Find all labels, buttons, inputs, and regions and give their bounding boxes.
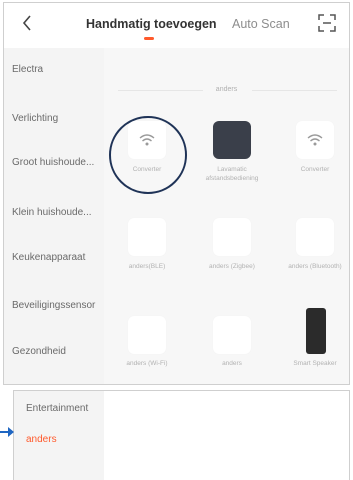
chevron-left-icon[interactable] [22,15,38,35]
device-label: anders (Wi-Fi) [126,360,168,367]
device-label: anders [222,360,242,367]
pointer-arrow-icon [0,427,14,437]
active-tab-indicator [144,37,154,40]
device-converter-wifi-2[interactable] [296,121,334,159]
sidebar-item-verlichting[interactable]: Verlichting [12,113,98,125]
sidebar-item-beveiligingssensor[interactable]: Beveiligingssensor [12,300,98,312]
sidebar-item-anders[interactable]: anders [26,434,102,446]
tab-auto-scan[interactable]: Auto Scan [232,17,290,31]
category-sidebar: Entertainment anders [14,391,104,480]
device-anders-wifi[interactable] [128,316,166,354]
scan-frame-icon[interactable] [317,13,337,33]
divider [252,90,337,91]
device-label: Converter [300,166,330,173]
sidebar-item-keukenapparaat[interactable]: Keukenapparaat [12,252,98,264]
tab-handmatig-toevoegen[interactable]: Handmatig toevoegen [86,17,217,31]
device-grid: anders Converter Lavamatic afstandsbedie… [104,48,349,384]
sidebar-item-electra[interactable]: Electra [12,64,98,76]
device-label: anders (Bluetooth) [288,263,342,270]
category-sidebar-bottom-panel: Entertainment anders [13,390,350,480]
device-label: Smart Speaker [293,360,337,367]
sidebar-item-groot-huishouden[interactable]: Groot huishoude... [12,157,98,169]
category-sidebar: Electra Verlichting Groot huishoude... K… [4,48,104,384]
device-label: anders (Zigbee) [209,263,255,270]
device-smart-speaker[interactable] [306,308,326,354]
device-label: anders(BLE) [128,263,166,270]
device-anders[interactable] [213,316,251,354]
sidebar-item-klein-huishouden[interactable]: Klein huishoude... [12,207,98,219]
device-label: Lavamatic afstandsbediening [205,166,259,182]
highlight-circle [109,116,187,194]
device-anders-zigbee[interactable] [213,218,251,256]
device-remote[interactable] [213,121,251,159]
device-anders-bluetooth[interactable] [296,218,334,256]
header-bar: Handmatig toevoegen Auto Scan [4,3,349,47]
sidebar-item-gezondheid[interactable]: Gezondheid [12,346,98,358]
device-picker-panel: Handmatig toevoegen Auto Scan Electra Ve… [3,2,350,385]
sidebar-item-entertainment[interactable]: Entertainment [26,403,102,415]
wifi-icon [307,134,323,146]
device-anders-ble[interactable] [128,218,166,256]
